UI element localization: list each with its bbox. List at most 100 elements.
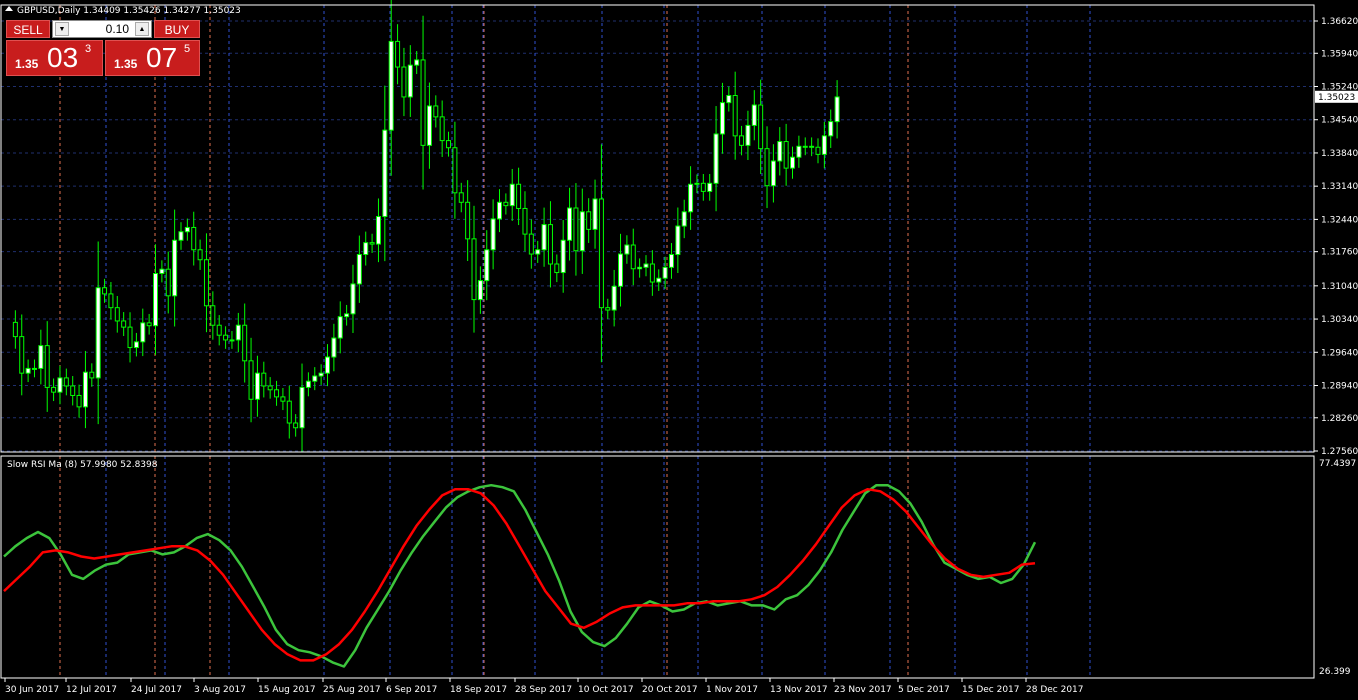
osc-tick-label: 26.399: [1319, 667, 1351, 677]
candle-body-up: [713, 133, 719, 184]
price-axis[interactable]: 1.366201.359401.352401.345401.338401.331…: [1314, 17, 1358, 677]
price-tick-label: 1.33140: [1321, 182, 1358, 192]
price-tick-label: 1.28260: [1321, 414, 1358, 424]
price-tick-label: 1.33840: [1321, 149, 1358, 159]
time-tick-label: 12 Jul 2017: [66, 685, 117, 695]
sell-price-big: 1.35: [15, 57, 39, 71]
candle-body-down: [700, 182, 706, 192]
time-tick-label: 28 Sep 2017: [515, 685, 572, 695]
candle-body-up: [535, 249, 541, 255]
candle-body-up: [821, 135, 827, 155]
candle-body-up: [153, 272, 159, 327]
candle-body-up: [834, 96, 840, 123]
price-grid: [1, 20, 1314, 452]
candle-body-down: [19, 336, 25, 374]
candle-body-up: [299, 386, 305, 429]
chart-frames: [0, 4, 1315, 679]
time-tick-label: 1 Nov 2017: [706, 685, 758, 695]
price-tick-label: 1.32440: [1321, 215, 1358, 225]
time-tick-label: 18 Sep 2017: [450, 685, 507, 695]
candle-body-up: [751, 104, 757, 126]
candle-body-up: [350, 283, 356, 315]
candle-body-up: [828, 121, 834, 137]
candle-body-down: [203, 259, 209, 307]
osc-tick-label: 77.4397: [1319, 459, 1356, 469]
candle-body-down: [121, 320, 127, 328]
candle-body-down: [280, 396, 286, 402]
candle-body-up: [305, 380, 311, 388]
candle-body-up: [611, 285, 617, 311]
candle-body-up: [229, 339, 235, 342]
time-tick-label: 25 Aug 2017: [323, 685, 381, 695]
one-click-trade-panel: SELL ▼ 0.10 ▲ BUY 1.35 03 3 1.35 07 5: [6, 20, 200, 76]
candle-body-up: [790, 156, 796, 169]
candle-body-down: [114, 307, 120, 322]
buy-price-fraction: 5: [184, 43, 191, 55]
collapse-triangle-icon[interactable]: [5, 6, 13, 11]
candle-body-up: [140, 322, 146, 343]
candle-body-up: [356, 254, 362, 285]
candle-body-down: [598, 198, 604, 309]
buy-button[interactable]: BUY: [154, 20, 200, 38]
candle-body-up: [694, 182, 700, 185]
candle-body-up: [490, 218, 496, 251]
candle-body-down: [809, 145, 815, 148]
lot-size-field[interactable]: ▼ 0.10 ▲: [52, 20, 152, 38]
candle-body-up: [726, 95, 732, 104]
candle-body-up: [25, 367, 31, 374]
candle-body-down: [127, 326, 133, 349]
candle-body-up: [426, 105, 432, 146]
lot-decrease-icon[interactable]: ▼: [55, 22, 69, 36]
price-tick-label: 1.28940: [1321, 382, 1358, 392]
time-axis[interactable]: 30 Jun 2017 12 Jul 2017 24 Jul 2017 3 Aug 2…: [4, 678, 1084, 695]
chart-canvas[interactable]: 1.366201.359401.352401.345401.338401.331…: [0, 0, 1358, 700]
candle-body-up: [618, 253, 624, 287]
buy-price-button[interactable]: 1.35 07 5: [105, 40, 200, 76]
rsi-series: [3, 483, 1037, 668]
candle-body-up: [624, 244, 630, 255]
sell-price-button[interactable]: 1.35 03 3: [6, 40, 103, 76]
candle-body-up: [719, 102, 725, 135]
candle-body-down: [12, 321, 18, 338]
time-tick-label: 20 Oct 2017: [642, 685, 698, 695]
candle-body-up: [688, 183, 694, 213]
candle-body-down: [102, 287, 108, 295]
candle-body-up: [363, 242, 369, 256]
candle-body-up: [681, 211, 687, 227]
candle-body-down: [165, 268, 171, 297]
candle-body-up: [509, 183, 515, 207]
price-tick-label: 1.31040: [1321, 282, 1358, 292]
candle-body-down: [267, 385, 273, 391]
candle-body-up: [675, 225, 681, 256]
candle-body-up: [178, 231, 184, 241]
candle-body-up: [656, 277, 662, 283]
lot-value[interactable]: 0.10: [106, 22, 129, 36]
time-tick-label: 28 Dec 2017: [1026, 685, 1084, 695]
candle-body-down: [261, 372, 267, 387]
candle-body-down: [146, 322, 152, 327]
candle-body-up: [407, 64, 413, 98]
time-tick-label: 23 Nov 2017: [834, 685, 892, 695]
candle-body-up: [375, 216, 381, 245]
time-tick-label: 30 Jun 2017: [5, 685, 59, 695]
time-tick-label: 24 Jul 2017: [131, 685, 182, 695]
candle-body-up: [344, 313, 350, 318]
candle-body-up: [477, 280, 483, 301]
candle-body-down: [439, 116, 445, 142]
rsi-line-fast: [3, 483, 1037, 668]
time-tick-label: 6 Sep 2017: [386, 685, 437, 695]
candle-body-down: [630, 244, 636, 270]
lot-increase-icon[interactable]: ▲: [135, 22, 149, 36]
sell-button[interactable]: SELL: [6, 20, 50, 38]
candle-body-down: [216, 324, 222, 336]
candle-body-down: [369, 242, 375, 245]
candle-body-up: [579, 211, 585, 252]
candle-body-up: [159, 268, 165, 274]
time-tick-label: 13 Nov 2017: [770, 685, 828, 695]
sell-price-fraction: 3: [85, 43, 92, 55]
candle-body-down: [210, 305, 216, 326]
indicator-header: Slow RSI Ma (8) 57.9980 52.8398: [7, 460, 158, 470]
candle-body-up: [57, 377, 63, 393]
candle-body-up: [172, 239, 178, 297]
candle-body-up: [133, 341, 139, 349]
